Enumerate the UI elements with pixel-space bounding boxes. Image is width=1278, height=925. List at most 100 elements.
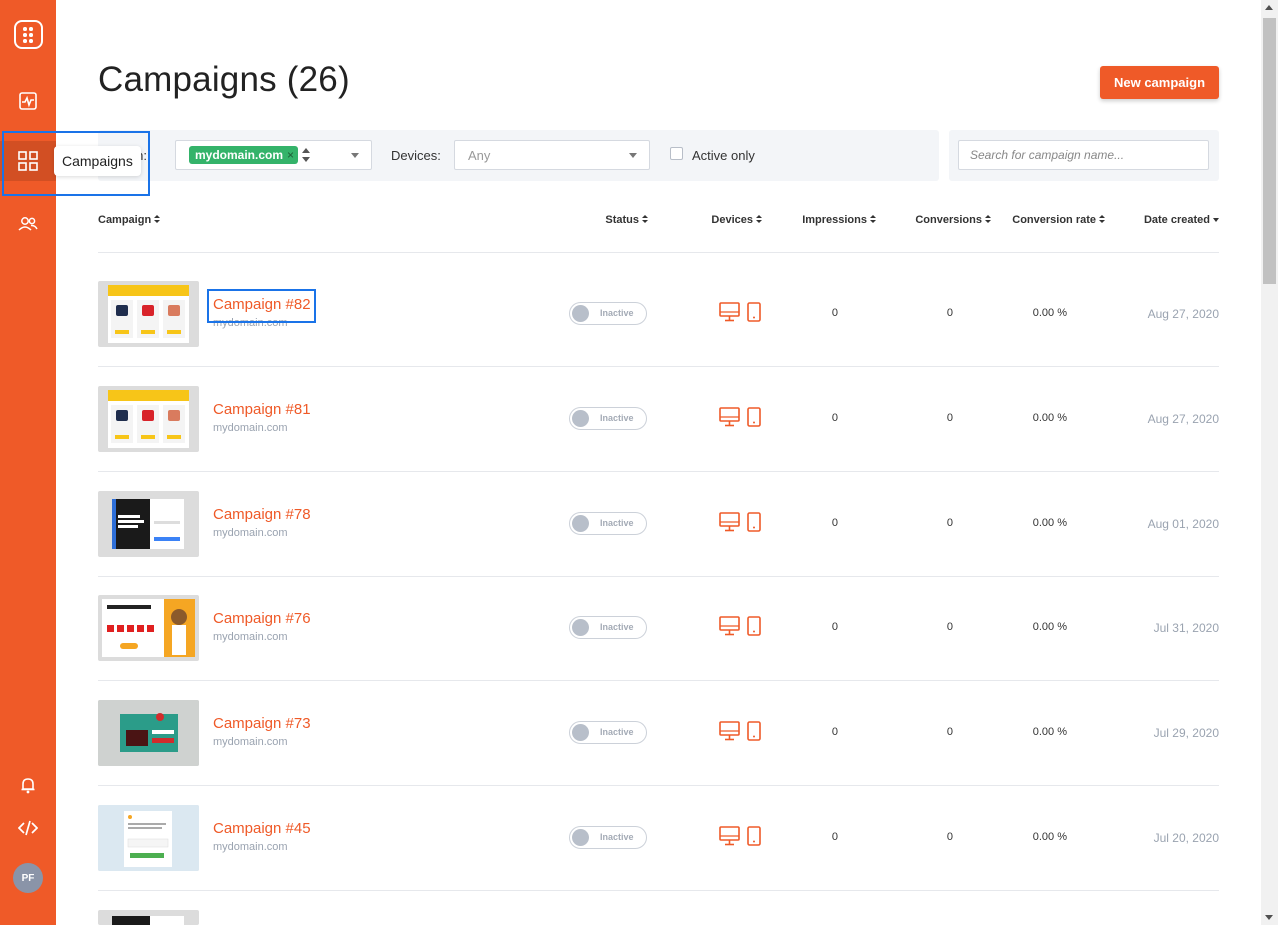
campaign-thumbnail[interactable] [98,595,199,662]
table-row: Campaign #78 mydomain.com Inactive 0 0 0.00 %… [0,463,1240,567]
column-header-devices[interactable]: Devices [711,214,762,226]
sort-icon [642,214,648,224]
impressions-value: 0 [831,307,838,319]
conversion-rate-value: 0.00 % [1032,621,1067,634]
impressions-value: 0 [831,726,838,739]
users-icon [18,217,38,231]
campaign-name-link[interactable]: Campaign #45 [213,820,311,837]
column-header-conversion-rate[interactable]: Conversion rate [1012,214,1105,226]
date-created-value: Aug 01, 2020 [1147,516,1219,531]
campaign-thumbnail[interactable] [98,385,199,452]
sort-icon [1099,214,1105,224]
sort-icon [756,214,762,224]
desktop-icon [719,406,740,427]
column-header-label: Conversions [915,214,982,226]
sort-icon [985,214,991,224]
devices-select[interactable]: Any [454,140,650,170]
desktop-icon [719,302,740,322]
table-row: Campaign #81 mydomain.com Inactive 0 0 0.00 %… [0,358,1240,462]
column-header-label: Campaign [98,214,152,226]
device-icons [719,826,765,851]
device-icons [719,511,765,537]
campaign-name-link[interactable]: Campaign #78 [213,506,311,523]
domain-select[interactable]: mydomain.com × [175,140,372,170]
domain-tag: mydomain.com × [189,146,299,164]
campaign-name-link[interactable]: Campaign #73 [213,715,311,732]
conversion-rate-value: 0.00 % [1032,831,1067,843]
toggle-knob [572,514,589,532]
column-header-date-created[interactable]: Date created [1144,214,1219,226]
column-header-status[interactable]: Status [605,214,648,226]
campaign-thumbnail[interactable] [98,490,199,557]
column-header-label: Impressions [802,214,867,226]
status-toggle[interactable]: Inactive [569,511,647,535]
scroll-down-arrow-icon[interactable] [1265,915,1273,920]
column-header-impressions[interactable]: Impressions [802,214,876,226]
campaign-thumbnail[interactable] [98,700,199,767]
sidebar-item-analytics[interactable] [0,81,56,121]
campaign-thumbnail[interactable] [98,910,199,925]
impressions-value: 0 [831,411,838,424]
toggle-knob [572,829,589,846]
campaign-search-input[interactable] [958,140,1209,170]
column-header-label: Conversion rate [1012,214,1096,226]
conversions-value: 0 [946,516,953,529]
device-icons [719,721,765,746]
date-created-value: Jul 20, 2020 [1153,831,1219,845]
toggle-knob [572,619,589,637]
devices-filter-label: Devices: [391,148,441,163]
table-row: Campaign #82 mydomain.com Inactive 0 0 0.00 %… [0,253,1240,357]
date-created-value: Aug 27, 2020 [1147,411,1219,426]
activity-chart-icon [19,92,37,110]
mobile-icon [747,826,761,846]
status-label: Inactive [600,412,634,423]
status-toggle[interactable]: Inactive [569,302,647,325]
impressions-value: 0 [831,516,838,529]
mobile-icon [747,511,761,532]
campaign-name-link[interactable]: Campaign #76 [213,610,311,627]
status-toggle[interactable]: Inactive [569,616,647,640]
conversions-value: 0 [946,307,953,319]
status-label: Inactive [600,517,634,528]
column-header-campaign[interactable]: Campaign [98,214,161,226]
column-header-label: Date created [1143,214,1210,226]
active-only-label: Active only [692,148,755,163]
scroll-up-arrow-icon[interactable] [1265,5,1273,10]
campaign-domain: mydomain.com [213,841,288,853]
tag-remove-icon[interactable]: × [287,148,294,162]
desktop-icon [719,721,740,741]
scrollbar-thumb[interactable] [1263,18,1276,284]
date-created-value: Jul 31, 2020 [1153,621,1219,636]
new-campaign-button[interactable]: New campaign [1100,66,1219,99]
campaign-thumbnail[interactable] [98,805,199,871]
device-icons [719,406,765,432]
status-label: Inactive [600,832,634,842]
page-title: Campaigns (26) [98,60,350,99]
campaign-thumbnail[interactable] [98,281,199,347]
conversions-value: 0 [946,411,953,424]
conversions-value: 0 [946,726,953,739]
impressions-value: 0 [831,621,838,634]
status-label: Inactive [600,308,634,318]
status-toggle[interactable]: Inactive [569,406,647,430]
campaign-domain: mydomain.com [213,736,288,749]
column-header-conversions[interactable]: Conversions [915,214,991,226]
devices-select-value: Any [468,148,491,163]
campaign-domain: mydomain.com [213,631,288,644]
campaign-name-link[interactable]: Campaign #81 [213,401,311,418]
highlight-box-sidebar [2,131,150,196]
toggle-knob [572,409,589,427]
desktop-icon [719,616,740,636]
table-row: Campaign #76 mydomain.com Inactive 0 0 0.00 %… [0,567,1240,671]
spinner-arrows-icon[interactable] [301,146,311,164]
status-toggle[interactable]: Inactive [569,826,647,849]
sort-desc-icon [1213,215,1219,224]
date-created-value: Aug 27, 2020 [1147,307,1219,321]
sidebar-item-audience[interactable] [0,204,56,244]
status-label: Inactive [600,727,634,738]
status-toggle[interactable]: Inactive [569,721,647,745]
app-logo-icon[interactable] [14,20,43,49]
column-header-label: Devices [711,214,753,226]
sort-icon [870,214,876,224]
active-only-checkbox[interactable] [670,147,683,160]
